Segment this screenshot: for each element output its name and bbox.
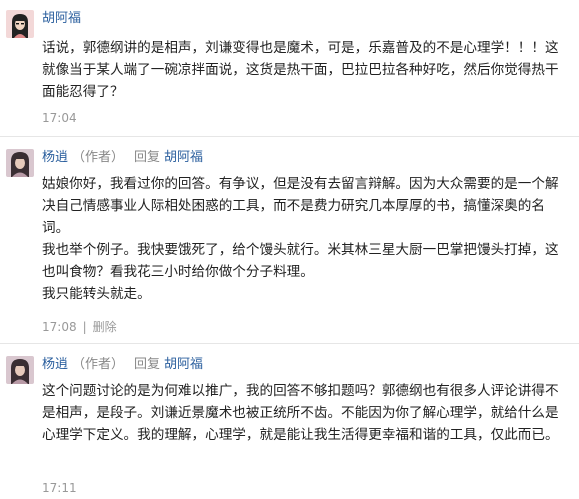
comment-body: 这个问题讨论的是为何难以推广，我的回答不够扣题吗？郭德纲也有很多人评论讲得不是相… xyxy=(42,380,570,446)
comment-body: 话说，郭德纲讲的是相声，刘谦变得也是魔术，可是，乐嘉普及的不是心理学！！！这就像… xyxy=(42,37,570,103)
author-tag: （作者） xyxy=(72,150,125,165)
delete-button[interactable]: 删除 xyxy=(93,320,117,334)
comment-time: 17:11 xyxy=(42,481,77,495)
avatar[interactable] xyxy=(6,10,34,38)
avatar-girl-icon xyxy=(6,10,34,38)
avatar[interactable] xyxy=(6,356,34,384)
comment-paragraph: 我也举个例子。我快要饿死了，给个馒头就行。米其林三星大厨一巴掌把馒头打掉，这也叫… xyxy=(42,242,559,280)
comment-paragraph: 话说，郭德纲讲的是相声，刘谦变得也是魔术，可是，乐嘉普及的不是心理学！！！这就像… xyxy=(42,40,559,100)
avatar[interactable] xyxy=(6,149,34,177)
comment-paragraph: 这个问题讨论的是为何难以推广，我的回答不够扣题吗？郭德纲也有很多人评论讲得不是相… xyxy=(42,383,559,443)
avatar-man-icon xyxy=(6,149,34,177)
meta-separator: | xyxy=(82,320,87,334)
comment-time: 17:08 xyxy=(42,320,77,334)
comment-author[interactable]: 杨逍 xyxy=(42,357,68,372)
avatar-man-icon xyxy=(6,356,34,384)
comment-time: 17:04 xyxy=(42,111,77,125)
reply-label: 回复 xyxy=(134,357,161,372)
comment-3: 杨逍 （作者） 回复 胡阿福 这个问题讨论的是为何难以推广，我的回答不够扣题吗？郭德纲… xyxy=(0,344,579,499)
author-tag: （作者） xyxy=(72,357,125,372)
comment-body: 姑娘你好，我看过你的回答。有争议，但是没有去留言辩解。因为大众需要的是一个解决自… xyxy=(42,173,570,305)
reply-target[interactable]: 胡阿福 xyxy=(164,357,203,372)
comment-1: 胡阿福 话说，郭德纲讲的是相声，刘谦变得也是魔术，可是，乐嘉普及的不是心理学！！… xyxy=(0,0,579,134)
reply-label: 回复 xyxy=(134,150,161,165)
comment-author[interactable]: 杨逍 xyxy=(42,150,68,165)
comment-paragraph: 姑娘你好，我看过你的回答。有争议，但是没有去留言辩解。因为大众需要的是一个解决自… xyxy=(42,176,559,236)
reply-target[interactable]: 胡阿福 xyxy=(164,150,203,165)
comment-paragraph: 我只能转头就走。 xyxy=(42,286,151,302)
comment-2: 杨逍 （作者） 回复 胡阿福 姑娘你好，我看过你的回答。有争议，但是没有去留言辩解。因… xyxy=(0,137,579,334)
comment-author[interactable]: 胡阿福 xyxy=(42,11,81,26)
